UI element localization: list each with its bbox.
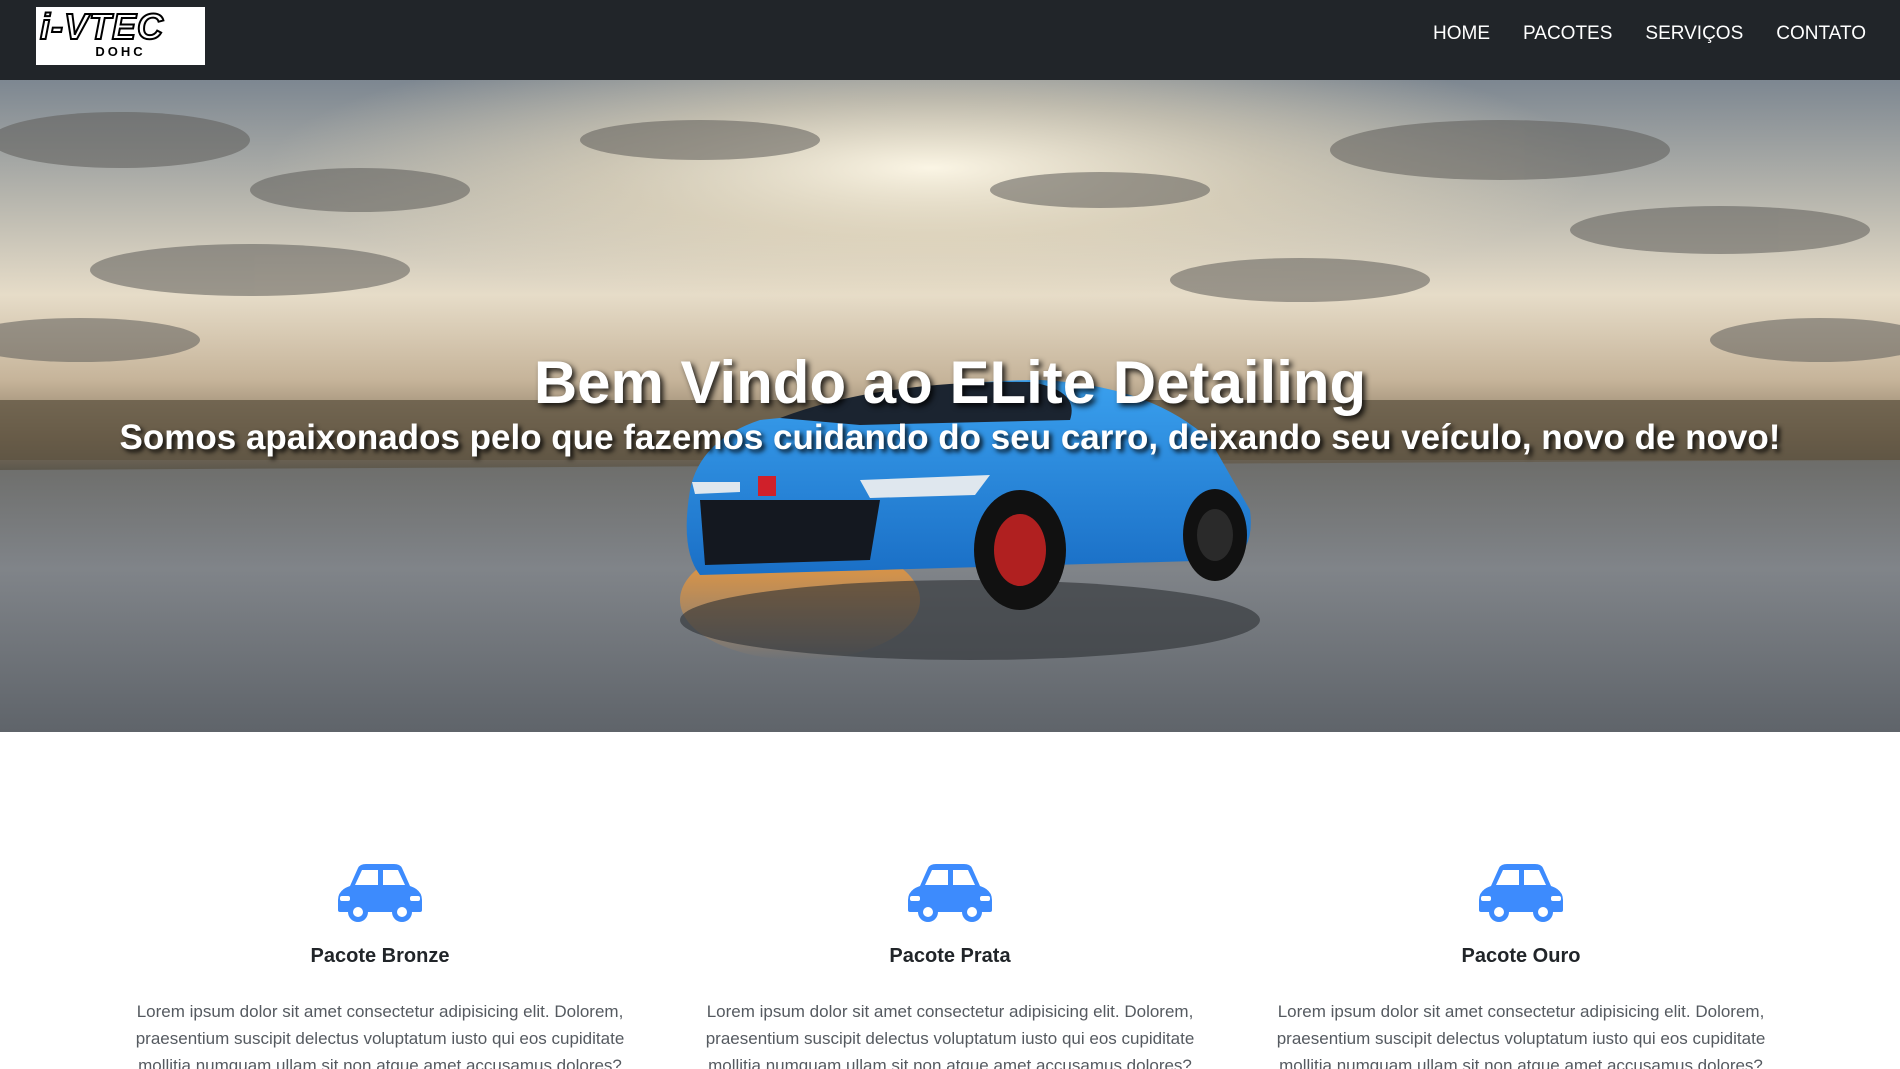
packages-section: Pacote Bronze Lorem ipsum dolor sit amet… [0,732,1900,1069]
nav-pacotes-link[interactable]: PACOTES [1523,23,1612,45]
nav-contato-link[interactable]: CONTATO [1776,23,1866,45]
navbar: i-VTEC DOHC HOME PACOTES SERVIÇOS CONTAT… [0,0,1900,80]
car-icon [908,864,992,922]
logo-main-text: i-VTEC [39,7,165,47]
hero-subtitle: Somos apaixonados pelo que fazemos cuida… [119,418,1781,457]
package-description: Lorem ipsum dolor sit amet consectetur a… [135,1002,625,1069]
package-title: Pacote Ouro [1461,945,1581,967]
hero-banner: Bem Vindo ao ELite Detailing Somos apaix… [0,80,1900,732]
package-description: Lorem ipsum dolor sit amet consectetur a… [705,1002,1195,1069]
package-description: Lorem ipsum dolor sit amet consectetur a… [1276,1002,1766,1069]
hero-title: Bem Vindo ao ELite Detailing [533,349,1367,416]
logo-sub-text: DOHC [95,44,146,59]
brand-logo[interactable]: i-VTEC DOHC [36,7,205,65]
package-title: Pacote Prata [889,945,1011,967]
package-title: Pacote Bronze [310,945,450,967]
car-icon [338,864,422,922]
nav-servicos-link[interactable]: SERVIÇOS [1645,23,1743,45]
car-icon [1479,864,1563,922]
nav-links: HOME PACOTES SERVIÇOS CONTATO [1400,0,1866,68]
nav-home-link[interactable]: HOME [1433,23,1490,45]
